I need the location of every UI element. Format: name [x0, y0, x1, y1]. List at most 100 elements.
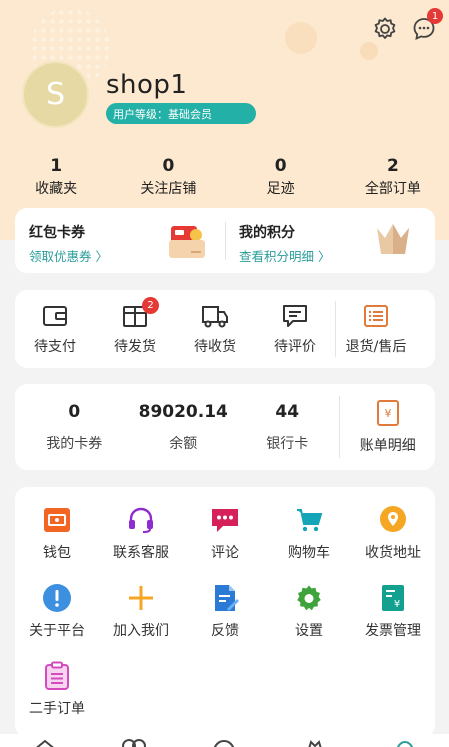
truck-icon [202, 305, 228, 327]
tool-label: 反馈 [211, 623, 239, 639]
cart-tab-icon[interactable] [302, 738, 328, 747]
wallet-icon [43, 305, 67, 326]
tool-label: 加入我们 [113, 623, 169, 639]
location-icon [380, 506, 406, 532]
tool-label: 购物车 [288, 545, 330, 561]
member-level-badge: 用户等级：基础会员 [106, 103, 256, 124]
home-tab-icon[interactable] [32, 738, 58, 747]
tool-customer-service[interactable]: 联系客服 [99, 505, 183, 562]
decor-circle-small [360, 42, 378, 60]
tools-row-3: 二手订单 [15, 661, 435, 718]
tools-row-2: 关于平台 加入我们 反馈 设置 ¥ 发票管理 [15, 583, 435, 640]
cart-icon [297, 509, 323, 532]
order-status-card: 待支付 2 待发货 待收货 待评价 退货/售后 [15, 290, 435, 368]
order-pending-review[interactable]: 待评价 [255, 303, 335, 356]
stat-value: 0 [162, 156, 175, 176]
feedback-icon [215, 585, 239, 611]
bill-label: 账单明细 [359, 438, 416, 454]
coupon-section[interactable]: 红包卡券 领取优惠券 〉 [15, 208, 225, 273]
tool-label: 评论 [211, 545, 239, 561]
wallet-balance[interactable]: 89020.14 余额 [124, 401, 243, 453]
wallet-value: 44 [275, 402, 300, 422]
order-label: 待收货 [194, 338, 236, 355]
order-label: 待支付 [34, 338, 76, 355]
order-label: 待发货 [114, 338, 156, 355]
stat-label: 收藏夹 [35, 181, 78, 197]
order-label: 退货/售后 [345, 338, 407, 355]
tool-address[interactable]: 收货地址 [351, 505, 435, 562]
wallet-value: 89020.14 [138, 402, 228, 422]
tool-label: 联系客服 [113, 545, 169, 561]
invoice-icon: ¥ [382, 585, 404, 611]
plus-icon [129, 586, 153, 610]
stat-all-orders[interactable]: 2 全部订单 [337, 155, 449, 199]
order-pending-receipt[interactable]: 待收货 [175, 303, 255, 356]
decor-circle [285, 22, 317, 54]
category-tab-icon[interactable] [121, 738, 147, 747]
bill-icon: ¥ [376, 400, 399, 426]
tool-about[interactable]: 关于平台 [15, 583, 99, 640]
tool-wallet[interactable]: 钱包 [15, 505, 99, 562]
order-returns[interactable]: 退货/售后 [336, 303, 416, 356]
wallet-bank-cards[interactable]: 44 银行卡 [243, 401, 332, 453]
chat-icon [212, 509, 238, 532]
order-badge: 2 [142, 296, 159, 314]
tool-label: 发票管理 [365, 623, 421, 639]
avatar[interactable]: S [22, 61, 89, 128]
order-pending-payment[interactable]: 待支付 [15, 303, 95, 356]
shop-name: shop1 [106, 70, 188, 100]
order-label: 待评价 [274, 338, 316, 355]
red-envelope-icon [169, 226, 205, 258]
bottom-tab-bar [0, 734, 449, 747]
stat-value: 2 [386, 156, 399, 176]
wallet-label: 我的卡券 [46, 436, 103, 452]
svg-text:¥: ¥ [384, 407, 391, 420]
tools-row-1: 钱包 联系客服 评论 购物车 收货地址 [15, 505, 435, 562]
comment-icon [283, 304, 307, 327]
tool-feedback[interactable]: 反馈 [183, 583, 267, 640]
stat-value: 0 [274, 156, 287, 176]
wallet-icon [44, 508, 70, 532]
tool-label: 设置 [295, 623, 323, 639]
order-list-icon [45, 661, 69, 690]
coupon-points-card: 红包卡券 领取优惠券 〉 我的积分 查看积分明细 〉 [15, 208, 435, 273]
tool-invoice[interactable]: ¥ 发票管理 [351, 583, 435, 640]
stat-label: 足迹 [266, 181, 295, 197]
tool-cart[interactable]: 购物车 [267, 505, 351, 562]
messages-badge: 1 [427, 8, 443, 24]
settings-gear-icon[interactable] [372, 16, 398, 42]
stat-followed-shops[interactable]: 0 关注店铺 [112, 155, 224, 199]
stat-footprints[interactable]: 0 足迹 [225, 155, 337, 199]
bill-details[interactable]: ¥ 账单明细 [340, 399, 435, 455]
stat-label: 关注店铺 [140, 181, 197, 197]
points-section[interactable]: 我的积分 查看积分明细 〉 [225, 208, 435, 273]
tool-comments[interactable]: 评论 [183, 505, 267, 562]
tool-secondhand-orders[interactable]: 二手订单 [15, 661, 99, 718]
discover-tab-icon[interactable] [211, 738, 237, 747]
tool-label: 二手订单 [29, 701, 85, 717]
stat-label: 全部订单 [364, 181, 421, 197]
tool-join-us[interactable]: 加入我们 [99, 583, 183, 640]
wallet-coupons[interactable]: 0 我的卡券 [30, 401, 119, 453]
tool-label: 钱包 [43, 545, 71, 561]
tools-card: 钱包 联系客服 评论 购物车 收货地址 关于平台 加入我们 反馈 设置 ¥ 发票… [15, 487, 435, 737]
headset-icon [129, 507, 153, 533]
stat-value: 1 [50, 156, 63, 176]
me-tab-icon[interactable] [392, 738, 418, 747]
gear-icon [297, 585, 321, 611]
wallet-label: 银行卡 [266, 436, 309, 452]
tool-settings[interactable]: 设置 [267, 583, 351, 640]
return-icon [364, 304, 388, 327]
wallet-value: 0 [68, 402, 81, 422]
avatar-letter: S [45, 77, 66, 112]
svg-text:¥: ¥ [394, 599, 400, 610]
points-crown-icon [377, 224, 409, 254]
tool-label: 关于平台 [29, 623, 85, 639]
info-icon [43, 584, 71, 612]
wallet-card: 0 我的卡券 89020.14 余额 44 银行卡 ¥ 账单明细 [15, 384, 435, 470]
wallet-label: 余额 [169, 436, 198, 452]
tool-label: 收货地址 [365, 545, 421, 561]
stat-favorites[interactable]: 1 收藏夹 [0, 155, 112, 199]
order-pending-shipment[interactable]: 2 待发货 [95, 296, 175, 356]
stats-row: 1 收藏夹 0 关注店铺 0 足迹 2 全部订单 [0, 155, 449, 199]
